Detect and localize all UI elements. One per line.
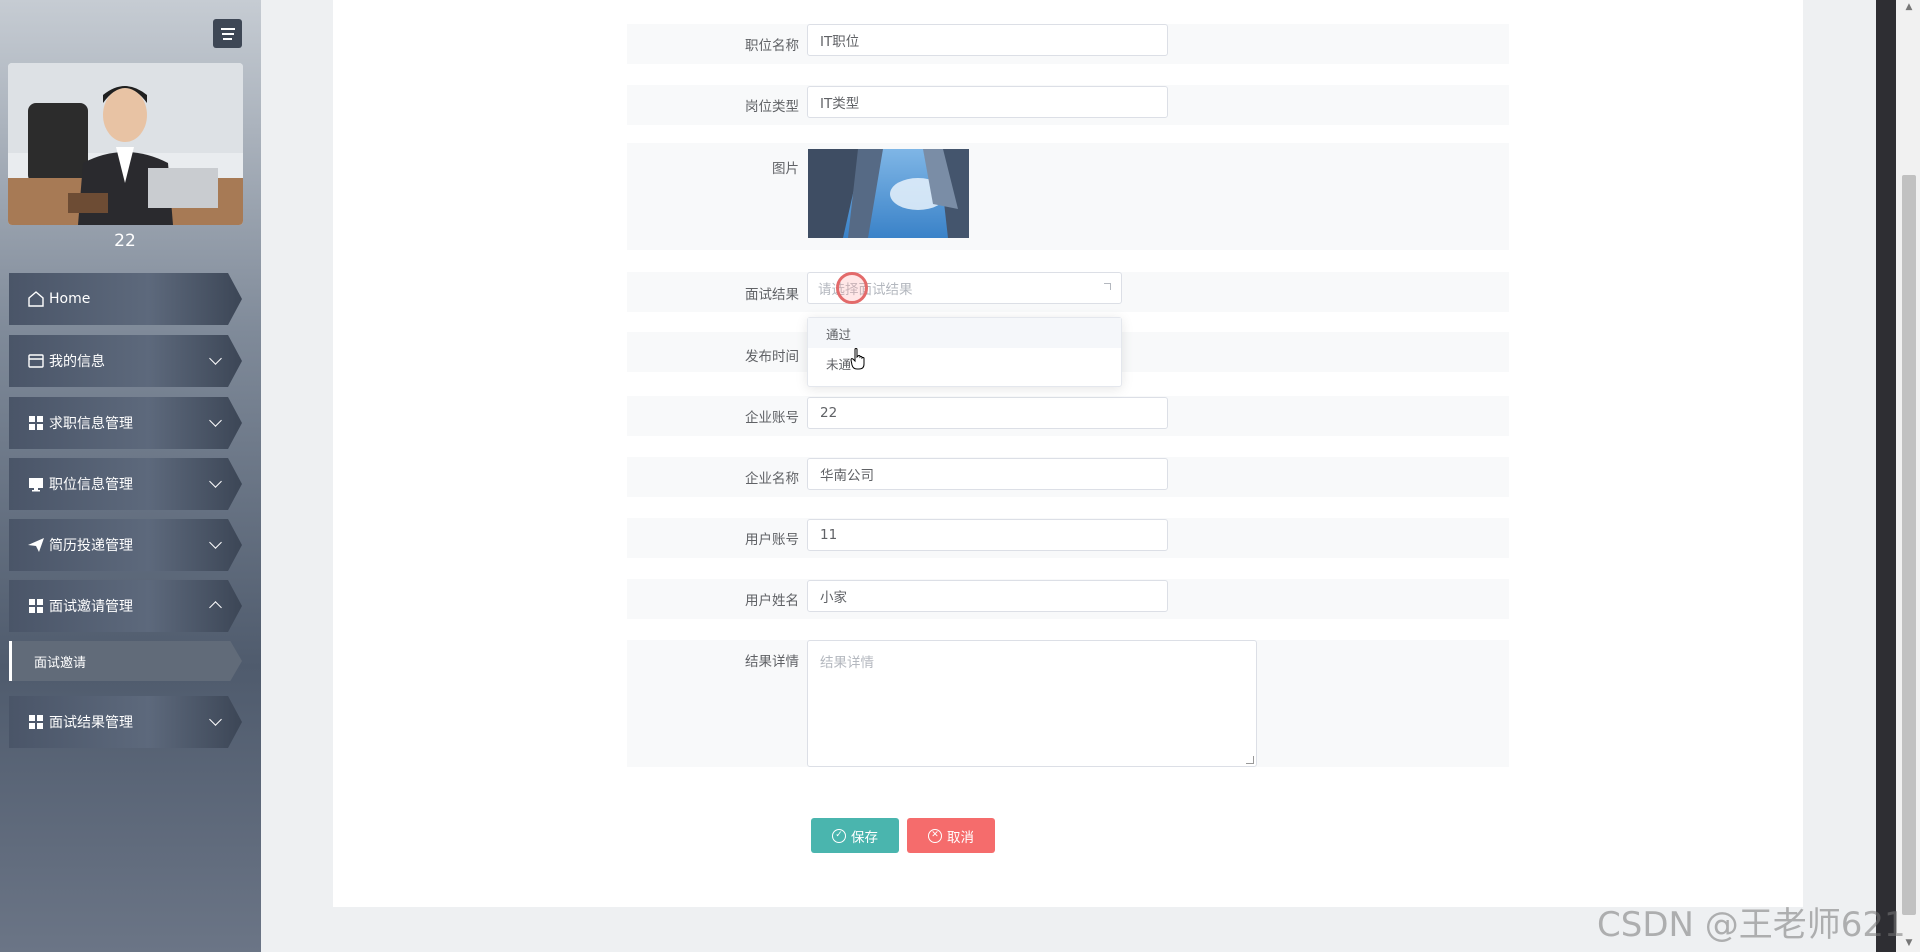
form-card <box>333 0 1803 907</box>
close-circle-icon: ✕ <box>928 828 942 843</box>
send-icon <box>27 536 45 554</box>
row-position-type: 岗位类型 IT类型 <box>627 85 1509 125</box>
user-account-input[interactable]: 11 <box>807 519 1168 551</box>
row-position-name: 职位名称 IT职位 <box>627 24 1509 64</box>
chevron-down-icon <box>209 414 222 427</box>
check-circle-icon: ✓ <box>832 828 846 843</box>
sidebar-item-label: 职位信息管理 <box>49 477 133 493</box>
scroll-up-icon[interactable]: ▲ <box>1904 2 1914 12</box>
sidebar-item-label: 面试结果管理 <box>49 715 133 731</box>
user-name-input[interactable]: 小家 <box>807 580 1168 612</box>
chevron-up-icon <box>209 601 222 614</box>
resize-handle[interactable] <box>1246 756 1254 764</box>
company-account-label: 企业账号 <box>745 410 799 426</box>
row-picture: 图片 <box>627 143 1509 250</box>
click-indicator <box>836 272 868 304</box>
save-label: 保存 <box>851 829 878 846</box>
sidebar-item-label: 简历投递管理 <box>49 538 133 554</box>
company-name-label: 企业名称 <box>745 471 799 487</box>
home-icon <box>27 290 45 308</box>
position-type-label: 岗位类型 <box>745 99 799 115</box>
sidebar-item-interview-result[interactable]: 面试结果管理 <box>9 696 242 748</box>
sidebar-item-label: 面试邀请管理 <box>49 599 133 615</box>
sidebar-item-label: Home <box>49 291 91 307</box>
interview-result-label: 面试结果 <box>745 287 799 303</box>
user-account-label: 用户账号 <box>745 532 799 548</box>
grid-icon <box>27 713 45 731</box>
sidebar-item-job-seeking[interactable]: 求职信息管理 <box>9 397 242 449</box>
sidebar-item-my-info[interactable]: 我的信息 <box>9 335 242 387</box>
company-name-input[interactable]: 华南公司 <box>807 458 1168 490</box>
sidebar-item-resume[interactable]: 简历投递管理 <box>9 519 242 571</box>
grid-icon <box>27 414 45 432</box>
company-account-input[interactable]: 22 <box>807 397 1168 429</box>
cancel-button[interactable]: ✕ 取消 <box>907 818 995 853</box>
row-company-account: 企业账号 22 <box>627 396 1509 436</box>
sidebar-item-home[interactable]: Home <box>9 273 242 325</box>
row-result-detail: 结果详情 结果详情 <box>627 640 1509 767</box>
option-pass[interactable]: 通过 <box>808 318 1121 348</box>
user-name-label: 用户姓名 <box>745 593 799 609</box>
wallet-icon <box>27 352 45 370</box>
result-detail-placeholder: 结果详情 <box>820 655 874 671</box>
row-interview-result: 面试结果 请选择面试结果 <box>627 272 1509 312</box>
menu-toggle-icon[interactable] <box>213 19 242 48</box>
cancel-label: 取消 <box>947 829 974 846</box>
chevron-down-icon <box>209 475 222 488</box>
scroll-divider <box>1876 0 1896 952</box>
sidebar: 22 Home 我的信息 求职信息管理 职位信息管理 简历投递管理 面试邀请管理… <box>0 0 261 952</box>
chevron-down-icon <box>209 713 222 726</box>
result-detail-label: 结果详情 <box>745 654 799 670</box>
row-company-name: 企业名称 华南公司 <box>627 457 1509 497</box>
row-user-account: 用户账号 11 <box>627 518 1509 558</box>
sidebar-item-position[interactable]: 职位信息管理 <box>9 458 242 510</box>
sidebar-item-label: 我的信息 <box>49 354 105 370</box>
chevron-down-icon <box>209 352 222 365</box>
monitor-icon <box>27 475 45 493</box>
sidebar-subitem-interview-invite[interactable]: 面试邀请 <box>9 641 242 681</box>
chevron-down-icon <box>209 536 222 549</box>
chevron-up-icon <box>1104 283 1111 290</box>
username: 22 <box>114 231 136 251</box>
sidebar-item-label: 求职信息管理 <box>49 416 133 432</box>
save-button[interactable]: ✓ 保存 <box>811 818 899 853</box>
watermark: CSDN @王老师621 <box>1597 905 1906 945</box>
hand-cursor-icon <box>850 348 866 374</box>
avatar <box>8 63 243 225</box>
result-detail-textarea[interactable]: 结果详情 <box>807 640 1257 767</box>
position-name-label: 职位名称 <box>745 38 799 54</box>
position-name-input[interactable]: IT职位 <box>807 24 1168 56</box>
sidebar-item-interview-invite[interactable]: 面试邀请管理 <box>9 580 242 632</box>
grid-icon <box>27 597 45 615</box>
row-user-name: 用户姓名 小家 <box>627 579 1509 619</box>
scrollbar-thumb[interactable] <box>1902 175 1916 915</box>
picture-label: 图片 <box>772 161 799 177</box>
picture-thumbnail[interactable] <box>808 149 969 238</box>
publish-time-label: 发布时间 <box>745 349 799 365</box>
position-type-input[interactable]: IT类型 <box>807 86 1168 118</box>
